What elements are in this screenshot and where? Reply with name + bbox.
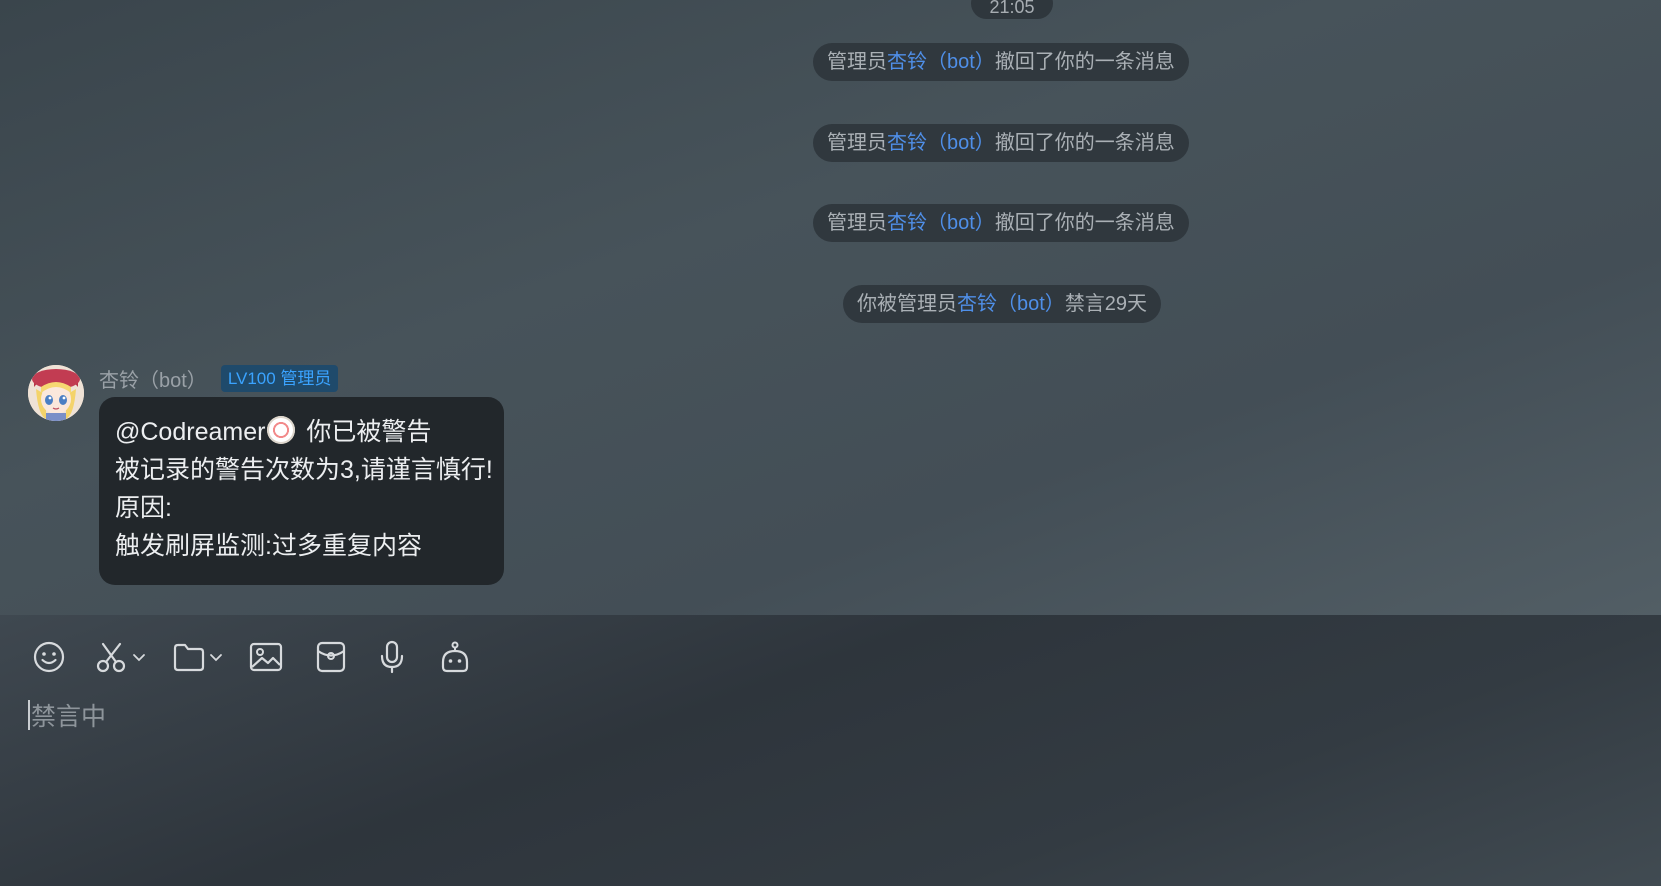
chevron-down-icon: [133, 654, 145, 662]
system-message-prefix: 你被管理员: [857, 293, 957, 315]
system-message-prefix: 管理员: [827, 51, 887, 73]
mention[interactable]: @Codreamer: [115, 418, 265, 446]
system-message-suffix: 禁言29天: [1064, 293, 1148, 315]
message-line-4: 触发刷屏监测:过多重复内容: [115, 532, 422, 560]
toolbar: [0, 615, 1661, 695]
message-input[interactable]: 禁言中: [28, 695, 1628, 735]
folder-icon: [173, 643, 205, 672]
admin-name-link[interactable]: 杏铃（bot）: [887, 132, 995, 154]
sender-row: 杏铃（bot） LV100 管理员: [99, 364, 339, 393]
system-message: 管理员杏铃（bot）撤回了你的一条消息: [813, 204, 1189, 242]
robot-button[interactable]: [438, 637, 472, 677]
timestamp-pill: 21:05: [971, 0, 1053, 19]
image-button[interactable]: [249, 637, 283, 677]
system-message-suffix: 撤回了你的一条消息: [994, 51, 1175, 73]
avatar[interactable]: [28, 365, 84, 421]
system-message-prefix: 管理员: [827, 132, 887, 154]
system-message-suffix: 撤回了你的一条消息: [994, 132, 1175, 154]
image-icon: [249, 642, 283, 672]
input-area: 禁言中: [0, 615, 1661, 886]
system-message: 管理员杏铃（bot）撤回了你的一条消息: [813, 43, 1189, 81]
system-message-mute: 你被管理员杏铃（bot）禁言29天: [843, 285, 1162, 323]
file-button[interactable]: [172, 637, 224, 677]
microphone-icon: [380, 640, 404, 674]
text-caret: [28, 700, 30, 730]
voice-button[interactable]: [375, 637, 409, 677]
system-message-suffix: 撤回了你的一条消息: [994, 212, 1175, 234]
chevron-down-icon: [210, 654, 222, 662]
anime-girl-avatar-icon: [28, 365, 84, 421]
message-line-3: 原因:: [115, 494, 172, 522]
robot-icon: [441, 641, 469, 673]
emoji-button[interactable]: [32, 637, 66, 677]
message-line-1: @Codreamer 你已被警告: [115, 413, 488, 451]
screenshot-button[interactable]: [95, 637, 147, 677]
red-packet-icon: [316, 641, 346, 673]
mention-suffix: 你已被警告: [299, 418, 432, 446]
chat-area: 21:05 管理员杏铃（bot）撤回了你的一条消息 管理员杏铃（bot）撤回了你…: [0, 0, 1661, 615]
scissors-icon: [96, 642, 126, 673]
message-bubble[interactable]: @Codreamer 你已被警告 被记录的警告次数为3,请谨言慎行! 原因: 触…: [99, 397, 504, 585]
admin-name-link[interactable]: 杏铃（bot）: [887, 51, 995, 73]
red-packet-button[interactable]: [314, 637, 348, 677]
emoji-icon: [33, 641, 65, 673]
admin-name-link[interactable]: 杏铃（bot）: [957, 293, 1065, 315]
timestamp-text: 21:05: [989, 0, 1035, 17]
admin-name-link[interactable]: 杏铃（bot）: [887, 212, 995, 234]
sender-name[interactable]: 杏铃（bot）: [99, 364, 207, 393]
naruto-fishcake-emoji-icon: [267, 416, 296, 444]
message-line-2: 被记录的警告次数为3,请谨言慎行!: [115, 456, 493, 484]
role-badge: LV100 管理员: [220, 364, 339, 392]
system-message-prefix: 管理员: [827, 212, 887, 234]
system-message: 管理员杏铃（bot）撤回了你的一条消息: [813, 124, 1189, 162]
input-placeholder: 禁言中: [31, 703, 107, 731]
